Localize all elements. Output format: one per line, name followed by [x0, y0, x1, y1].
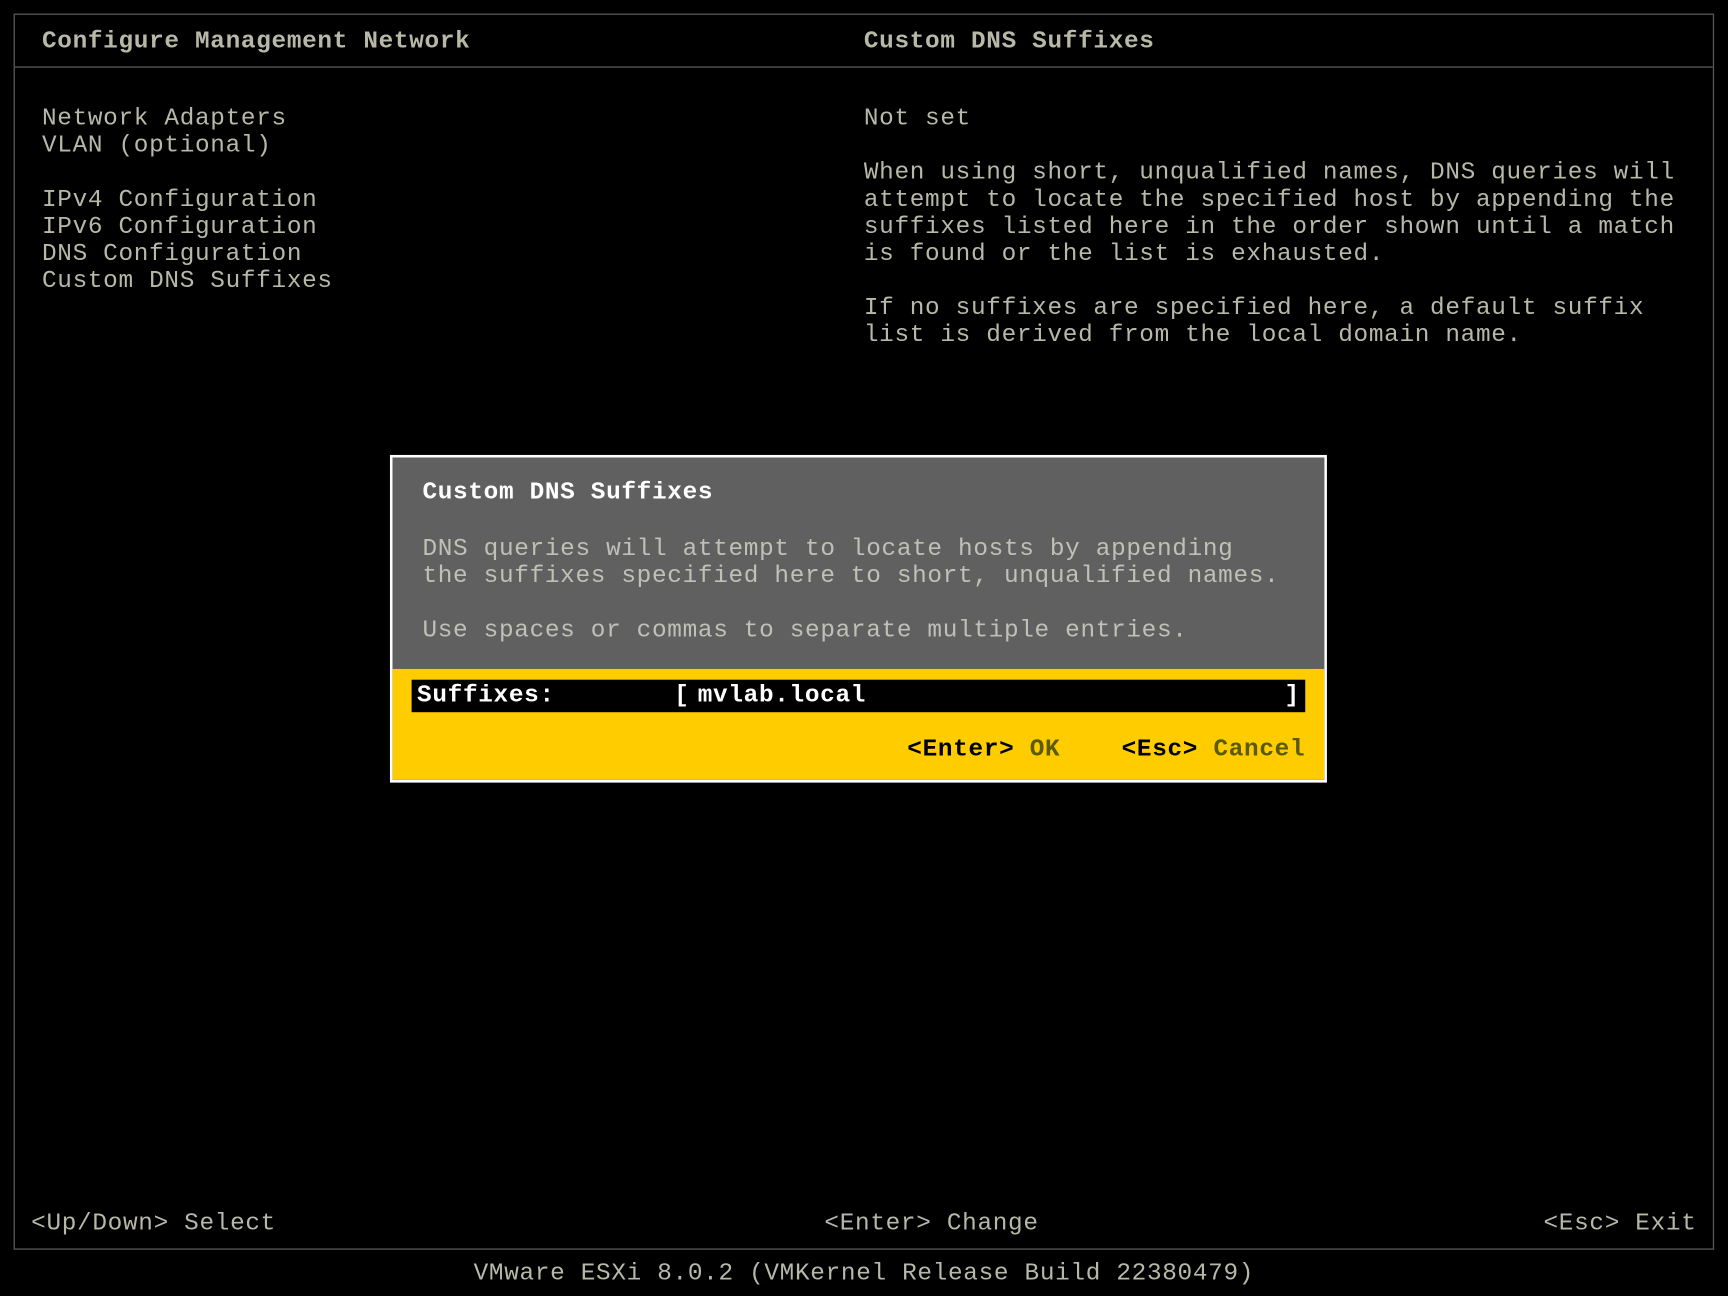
- dns-status-value: Not set: [864, 106, 1686, 133]
- ok-key-hint: <Enter>: [907, 737, 1014, 764]
- menu-item-ipv6[interactable]: IPv6 Configuration: [42, 214, 864, 241]
- dns-description-para1: When using short, unqualified names, DNS…: [864, 160, 1686, 268]
- dns-description-para2: If no suffixes are specified here, a def…: [864, 295, 1686, 349]
- menu-item-vlan[interactable]: VLAN (optional): [42, 133, 864, 160]
- ok-button[interactable]: OK: [1030, 737, 1061, 764]
- footer-hints: <Up/Down> Select <Enter> Change <Esc> Ex…: [15, 1200, 1713, 1249]
- menu-item-ipv4[interactable]: IPv4 Configuration: [42, 187, 864, 214]
- hint-updown-select: <Up/Down> Select: [31, 1210, 581, 1237]
- header-right-title: Custom DNS Suffixes: [864, 28, 1686, 55]
- description-column: Not set When using short, unqualified na…: [864, 106, 1686, 350]
- header-left-title: Configure Management Network: [42, 28, 864, 55]
- menu-item-dns-config[interactable]: DNS Configuration: [42, 241, 864, 268]
- menu-column: Network Adapters VLAN (optional) IPv4 Co…: [42, 106, 864, 350]
- suffixes-input-row[interactable]: Suffixes: [ mvlab.local ]: [412, 680, 1306, 712]
- menu-item-network-adapters[interactable]: Network Adapters: [42, 106, 864, 133]
- suffixes-label: Suffixes:: [417, 682, 674, 709]
- version-bar: VMware ESXi 8.0.2 (VMKernel Release Buil…: [0, 1252, 1728, 1295]
- hint-esc-exit: <Esc> Exit: [1147, 1210, 1697, 1237]
- cancel-button[interactable]: Cancel: [1213, 737, 1305, 764]
- dialog-title: Custom DNS Suffixes: [422, 479, 1294, 506]
- suffixes-input[interactable]: mvlab.local: [690, 682, 1285, 709]
- hint-enter-change: <Enter> Change: [589, 1210, 1139, 1237]
- bracket-close: ]: [1285, 682, 1300, 709]
- panel-header: Configure Management Network Custom DNS …: [15, 15, 1713, 68]
- menu-item-custom-dns-suffixes[interactable]: Custom DNS Suffixes: [42, 268, 864, 295]
- dialog-para1: DNS queries will attempt to locate hosts…: [422, 536, 1294, 590]
- custom-dns-suffixes-dialog: Custom DNS Suffixes DNS queries will att…: [390, 455, 1327, 783]
- dialog-para2: Use spaces or commas to separate multipl…: [422, 617, 1294, 644]
- bracket-open: [: [674, 682, 689, 709]
- cancel-key-hint: <Esc>: [1122, 737, 1199, 764]
- dialog-actions: <Enter> OK <Esc> Cancel: [412, 737, 1306, 764]
